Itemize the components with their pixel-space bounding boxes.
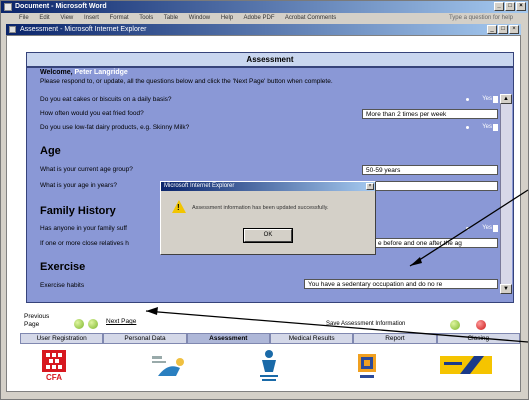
instructions: Please respond to, or update, all the qu… [40,78,333,85]
menu-format[interactable]: Format [110,15,129,21]
maximize-button[interactable]: □ [505,2,515,11]
outer-window-controls: _ □ × [494,2,526,11]
tab-user-registration[interactable]: User Registration [20,333,104,344]
browser-close-button[interactable]: × [509,25,519,34]
question-cakes: Do you eat cakes or biscuits on a daily … [40,96,172,103]
close-button[interactable]: × [516,2,526,11]
menu-table[interactable]: Table [164,15,178,21]
dialog-close-icon[interactable]: × [366,183,374,190]
previous-page-arrow-icon[interactable] [74,319,84,329]
scroll-down-arrow-icon[interactable]: ▼ [500,284,512,294]
menu-view[interactable]: View [60,15,73,21]
section-family-heading: Family History [40,205,116,217]
save-icon[interactable] [450,320,460,330]
answer-age-group-select[interactable]: 50-59 years [362,165,498,175]
browser-window-controls: _ □ × [487,25,519,34]
minimize-button[interactable]: _ [494,2,504,11]
save-assessment-link[interactable]: Save Assessment Information [326,321,405,327]
partner-logo-2 [150,352,190,380]
answer-age-years-input[interactable] [362,181,498,191]
outer-title-bar: Document - Microsoft Word _ □ × [1,1,528,13]
question-fried-food: How often would you eat fried food? [40,110,144,117]
question-age-years: What is your age in years? [40,182,117,189]
alert-dialog [160,181,376,255]
menu-insert[interactable]: Insert [84,15,99,21]
browser-title: Assessment - Microsoft Internet Explorer [20,26,147,33]
dialog-message: Assessment information has been updated … [192,205,329,211]
exit-icon[interactable] [476,320,486,330]
answer-fried-food-select[interactable]: More than 2 times per week [362,109,498,119]
question-exercise-habits: Exercise habits [40,282,85,289]
question-low-fat-dairy: Do you use low-fat dairy products, e.g. … [40,124,190,131]
browser-maximize-button[interactable]: □ [498,25,508,34]
next-page-arrow-icon[interactable] [88,319,98,329]
answer-family-history-select[interactable]: Yes [462,224,498,233]
answer-low-fat-dairy-select[interactable]: Yes [462,123,498,132]
outer-window-title: Document - Microsoft Word [15,3,107,10]
answer-cakes-select[interactable]: Yes [462,95,498,104]
tab-personal-data[interactable]: Personal Data [103,333,187,344]
ie-icon [9,26,16,33]
dialog-title: Microsoft Internet Explorer [161,182,375,191]
panel-scrollbar[interactable] [500,94,512,294]
answer-close-relatives-select[interactable]: e before and one after the ag [374,238,498,248]
assessment-header: Assessment [26,52,514,67]
menu-tools[interactable]: Tools [139,15,153,21]
warning-exclamation-icon: ! [177,203,180,212]
previous-page-link[interactable]: Previous Page [24,313,64,329]
tab-report[interactable]: Report [353,333,437,344]
menu-bar: File Edit View Insert Format Tools Table… [1,13,528,23]
question-close-relatives: If one or more close relatives h [40,240,129,247]
menu-window[interactable]: Window [189,15,210,21]
welcome-line: Welcome, Peter Langridge [40,69,128,76]
browser-minimize-button[interactable]: _ [487,25,497,34]
word-app-icon [4,3,12,11]
cfa-logo-text: CFA [46,373,62,382]
answer-exercise-habits-select[interactable]: You have a sedentary occupation and do n… [304,279,498,289]
question-age-group: What is your current age group? [40,166,133,173]
help-question-box[interactable]: Type a question for help [449,13,513,23]
browser-title-bar: Assessment - Microsoft Internet Explorer… [6,24,521,35]
menu-help[interactable]: Help [221,15,233,21]
tab-closing[interactable]: Closing [436,333,520,344]
tab-assessment[interactable]: Assessment [186,333,270,344]
menu-acrobat-comments[interactable]: Acrobat Comments [285,15,336,21]
menu-file[interactable]: File [19,15,29,21]
welcome-label: Welcome, [40,69,73,76]
section-age-heading: Age [40,145,61,157]
scroll-up-arrow-icon[interactable]: ▲ [500,94,512,104]
tab-medical-results[interactable]: Medical Results [269,333,354,344]
dialog-ok-button[interactable]: OK [243,228,293,243]
main-tabs: User Registration Personal Data Assessme… [20,333,520,344]
user-name: Peter Langridge [74,69,128,76]
partner-logo-4 [358,354,376,380]
section-exercise-heading: Exercise [40,261,86,273]
partner-logo-3 [258,348,280,382]
next-page-link[interactable]: Next Page [106,318,136,325]
menu-edit[interactable]: Edit [39,15,49,21]
menu-adobe-pdf[interactable]: Adobe PDF [244,15,275,21]
partner-logo-5 [440,356,492,374]
question-family-history: Has anyone in your family suff [40,225,127,232]
